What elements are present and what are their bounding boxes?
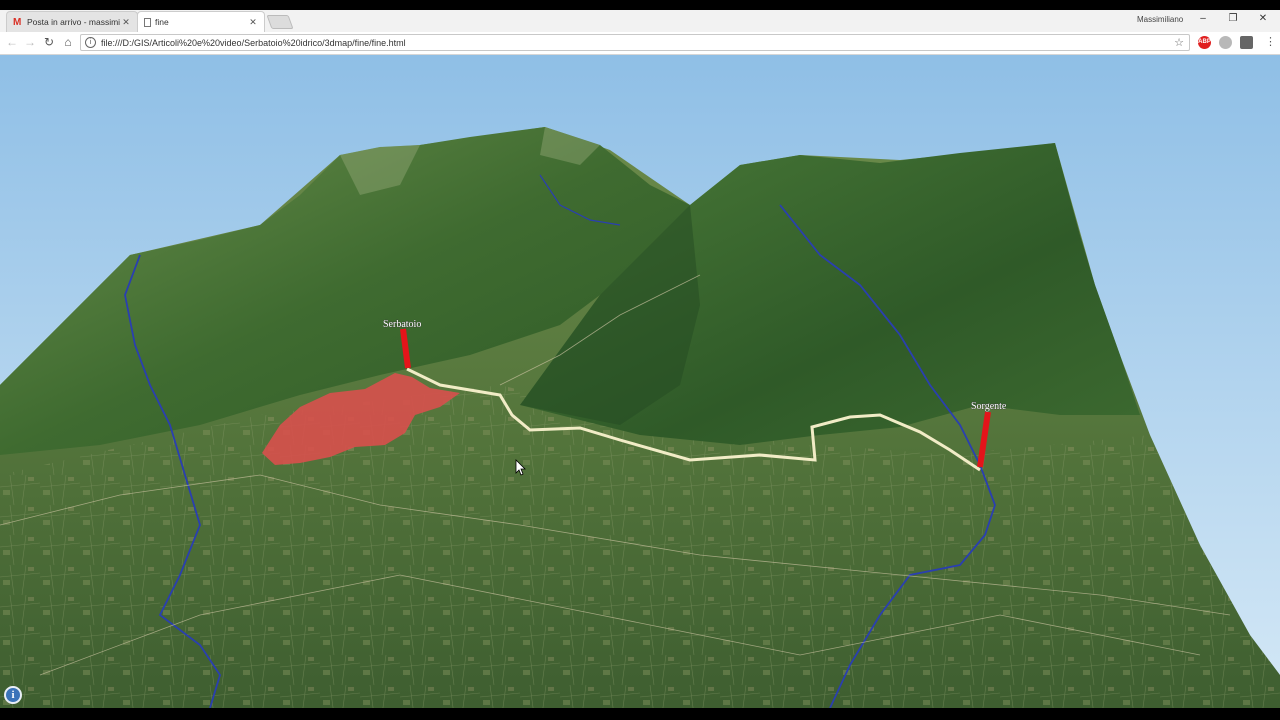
close-window-button[interactable]: ✕ [1256, 13, 1270, 24]
terrain-scene[interactable]: Serbatoio Sorgente [0, 55, 1280, 708]
shield-icon[interactable] [1240, 36, 1253, 49]
address-bar[interactable]: i file:///D:/GIS/Articoli%20e%20video/Se… [80, 34, 1190, 51]
tab-close-icon[interactable]: ✕ [248, 17, 258, 28]
back-arrow-icon[interactable]: ← [5, 35, 19, 49]
reload-icon[interactable]: ↻ [42, 35, 56, 49]
new-tab-button[interactable] [266, 15, 294, 29]
tab-label: fine [155, 17, 169, 27]
minimize-button[interactable]: – [1196, 13, 1210, 24]
forward-arrow-icon[interactable]: → [23, 35, 37, 49]
cloud-icon[interactable] [1219, 36, 1232, 49]
profile-name[interactable]: Massimiliano [1137, 15, 1183, 24]
map-viewport[interactable]: Serbatoio Sorgente [0, 55, 1280, 708]
browser-toolbar: ← → ↻ ⌂ i file:///D:/GIS/Articoli%20e%20… [0, 32, 1280, 55]
site-info-icon[interactable]: i [85, 37, 96, 48]
tab-fine[interactable]: fine ✕ [137, 11, 265, 32]
abp-icon[interactable]: ABP [1198, 36, 1211, 49]
gmail-icon: M [13, 16, 22, 28]
bottom-letterbox [0, 708, 1280, 720]
info-button[interactable]: i [4, 686, 22, 704]
spring-label: Sorgente [971, 401, 1007, 412]
reservoir-label: Serbatoio [383, 319, 421, 330]
tab-close-icon[interactable]: ✕ [121, 17, 131, 28]
tab-label: Posta in arrivo - massimi [27, 17, 121, 27]
tab-strip: M Posta in arrivo - massimi ✕ fine ✕ Mas… [0, 10, 1280, 33]
page-icon [144, 17, 151, 27]
address-text[interactable]: file:///D:/GIS/Articoli%20e%20video/Serb… [101, 38, 1174, 48]
home-icon[interactable]: ⌂ [61, 35, 75, 49]
restore-button[interactable]: ❐ [1226, 13, 1240, 24]
tab-gmail[interactable]: M Posta in arrivo - massimi ✕ [6, 11, 138, 32]
bookmark-star-icon[interactable]: ☆ [1174, 36, 1184, 49]
menu-dots-icon[interactable]: ⋮ [1265, 35, 1276, 48]
